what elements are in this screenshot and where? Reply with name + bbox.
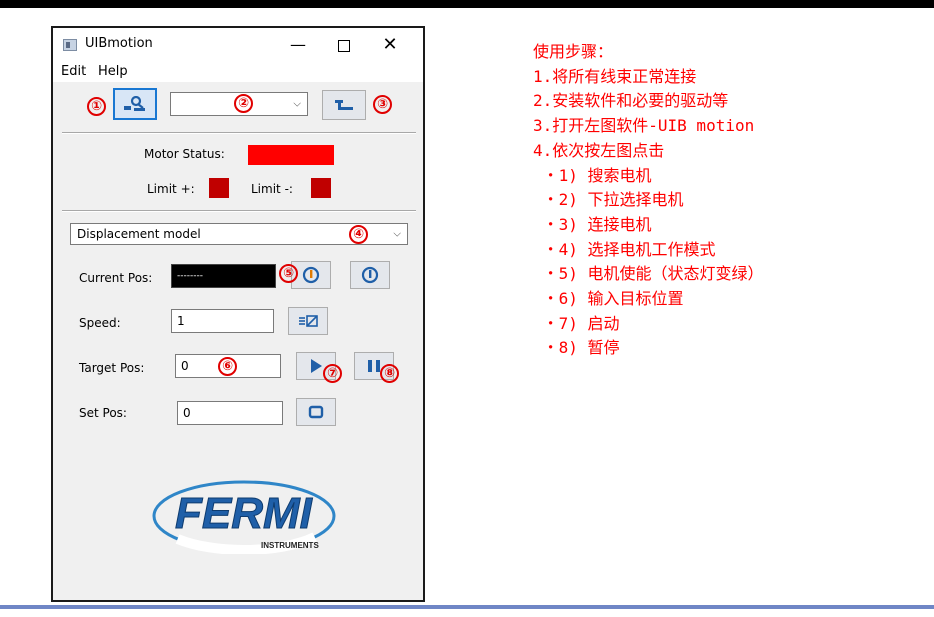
logo-subtext: INSTRUMENTS [261, 541, 319, 550]
uibmotion-window: UIBmotion — ✕ Edit Help ⌵ Motor Status: … [51, 26, 425, 602]
set-pos-input[interactable]: 0 [177, 401, 283, 425]
set-position-button[interactable] [296, 398, 336, 426]
instruction-substep: ・1) 搜索电机 [533, 165, 652, 185]
instructions-title: 使用步骤： [533, 42, 614, 61]
search-motor-button[interactable] [113, 88, 157, 120]
limit-minus-label: Limit -: [251, 182, 293, 196]
search-icon [124, 96, 145, 111]
instruction-substep: ・7) 启动 [533, 313, 620, 333]
current-pos-display: -------- [171, 264, 276, 288]
set-pos-label: Set Pos: [79, 406, 127, 420]
instruction-substep: ・4) 选择电机工作模式 [533, 239, 716, 259]
instruction-step: 1.将所有线束正常连接 [533, 66, 697, 86]
marker-4: ④ [349, 225, 368, 244]
speed-label: Speed: [79, 316, 121, 330]
connect-icon [335, 100, 353, 110]
maximize-icon [338, 39, 350, 52]
instruction-substep: ・8) 暂停 [533, 338, 620, 358]
instruction-substep: ・3) 连接电机 [533, 214, 652, 234]
stop-icon [308, 405, 324, 419]
disable-motor-button[interactable] [350, 261, 390, 289]
instruction-substep: ・2) 下拉选择电机 [533, 190, 684, 210]
connect-motor-button[interactable] [322, 90, 366, 120]
instruction-substep: ・6) 输入目标位置 [533, 289, 684, 309]
instruction-step: 4.依次按左图点击 [533, 140, 665, 160]
current-pos-label: Current Pos: [79, 271, 153, 285]
power-enable-icon [302, 266, 320, 284]
maximize-button[interactable] [321, 31, 367, 59]
play-icon [311, 359, 322, 373]
chevron-down-icon: ⌵ [393, 228, 401, 240]
separator-1 [62, 132, 416, 134]
marker-6: ⑥ [218, 357, 237, 376]
marker-7: ⑦ [323, 364, 342, 383]
close-button[interactable]: ✕ [367, 31, 413, 59]
instruction-step: 3.打开左图软件-UIB motion [533, 116, 755, 136]
motor-status-label: Motor Status: [144, 147, 225, 161]
limit-plus-label: Limit +: [147, 182, 195, 196]
separator-2 [62, 210, 416, 212]
marker-3: ③ [373, 95, 392, 114]
top-border [0, 0, 934, 8]
marker-8: ⑧ [380, 364, 399, 383]
app-icon [63, 39, 77, 51]
menu-help[interactable]: Help [98, 64, 128, 79]
instruction-step: 2.安装软件和必要的驱动等 [533, 91, 729, 111]
speed-input[interactable]: 1 [171, 309, 274, 333]
window-title: UIBmotion [85, 36, 153, 51]
power-disable-icon [361, 266, 379, 284]
motor-status-indicator [248, 145, 334, 165]
menu-edit[interactable]: Edit [61, 64, 86, 79]
apply-speed-icon [299, 315, 318, 327]
menu-bar: Edit Help [53, 62, 423, 82]
instructions-panel: 使用步骤： 1.将所有线束正常连接 2.安装软件和必要的驱动等 3.打开左图软件… [533, 40, 764, 361]
fermi-instruments-logo: FERMI INSTRUMENTS [149, 477, 339, 554]
marker-1: ① [87, 97, 106, 116]
set-speed-button[interactable] [288, 307, 328, 335]
instruction-substep: ・5) 电机使能（状态灯变绿） [533, 264, 764, 284]
limit-plus-indicator [209, 178, 229, 198]
bottom-border [0, 605, 934, 609]
target-pos-label: Target Pos: [79, 361, 145, 375]
marker-2: ② [234, 94, 253, 113]
chevron-down-icon: ⌵ [293, 98, 301, 110]
title-bar: UIBmotion — ✕ [53, 28, 423, 62]
logo-text: FERMI [175, 489, 313, 538]
minimize-button[interactable]: — [275, 31, 321, 59]
limit-minus-indicator [311, 178, 331, 198]
marker-5: ⑤ [279, 264, 298, 283]
